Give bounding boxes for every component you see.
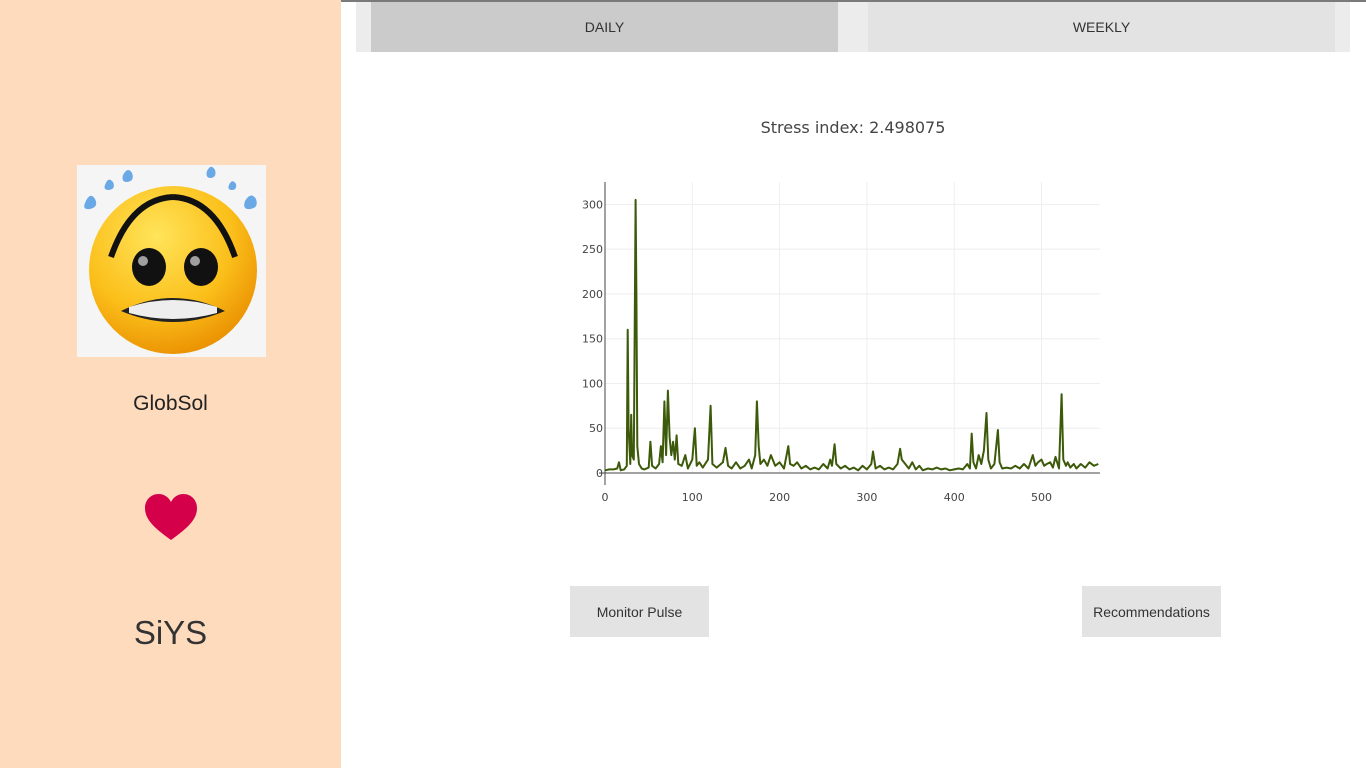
monitor-pulse-button[interactable]: Monitor Pulse (570, 586, 709, 637)
pulse-chart: 0 50 100 150 200 250 300 0 100 200 300 400 500 (582, 182, 1100, 504)
tab-daily[interactable]: DAILY (371, 2, 838, 52)
y-tick-label: 50 (589, 422, 603, 435)
y-tick-label: 250 (582, 243, 603, 256)
sidebar: GlobSol SiYS (0, 0, 341, 768)
y-tick-label: 200 (582, 288, 603, 301)
x-tick-label: 400 (944, 491, 965, 504)
x-tick-label: 300 (856, 491, 877, 504)
stress-index: Stress index: 2.498075 (760, 118, 946, 137)
y-tick-label: 300 (582, 198, 603, 211)
heart-icon (143, 493, 199, 543)
x-tick-label: 0 (602, 491, 609, 504)
x-tick-label: 100 (682, 491, 703, 504)
x-tick-label: 200 (769, 491, 790, 504)
brand-name: SiYS (133, 614, 208, 651)
chart-series-line (604, 198, 1099, 472)
company-name: GlobSol (133, 392, 208, 415)
anxious-face-icon (77, 165, 266, 357)
y-tick-label: 0 (596, 467, 603, 480)
y-tick-label: 150 (582, 333, 603, 346)
y-tick-label: 100 (582, 377, 603, 390)
recommendations-button[interactable]: Recommendations (1082, 586, 1221, 637)
period-tabs: DAILY WEEKLY (356, 2, 1350, 52)
x-tick-label: 500 (1031, 491, 1052, 504)
tab-weekly[interactable]: WEEKLY (868, 2, 1335, 52)
